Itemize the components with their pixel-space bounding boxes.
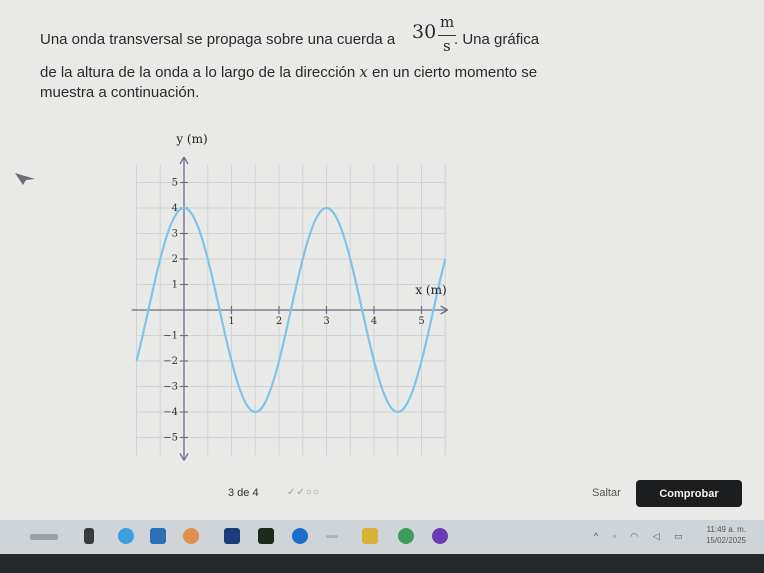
check-button[interactable]: Comprobar (636, 480, 742, 507)
progress-marks: ✓✓○○ (287, 487, 320, 498)
y-tick-label: 4 (172, 203, 178, 214)
whatsapp-icon[interactable] (398, 528, 414, 544)
y-tick-label: 1 (172, 280, 178, 291)
chrome-icon[interactable] (183, 528, 199, 544)
clock-time: 11:49 a. m. (706, 525, 746, 534)
pen-icon[interactable] (326, 535, 338, 538)
y-tick-label: −1 (163, 331, 178, 342)
discord-icon[interactable] (432, 528, 448, 544)
mouse-cursor-icon (15, 173, 35, 185)
store-icon[interactable] (150, 528, 166, 544)
y-tick-label: 5 (172, 178, 178, 189)
wave-graph: 1 2 3 4 5 5 4 3 2 1 −1 −2 −3 −4 −5 y (m) x (m) (131, 132, 448, 461)
problem-line-1: Una onda transversal se propaga sobre un… (40, 13, 600, 60)
problem-text-1a: Una onda transversal se propaga sobre un… (40, 31, 396, 48)
folder-icon[interactable] (362, 528, 378, 544)
question-controls: 3 de 4 ✓✓○○ Saltar Comprobar (0, 478, 764, 510)
widgets-icon[interactable] (30, 534, 58, 540)
y-tick-label: −3 (163, 382, 178, 393)
y-tick-label: 3 (172, 229, 178, 240)
x-tick-label: 3 (323, 316, 329, 327)
progress-text: 3 de 4 (228, 487, 259, 499)
x-axis-label: x (m) (415, 283, 446, 297)
y-tick-label: −5 (163, 433, 178, 444)
clock-date: 15/02/2025 (705, 536, 746, 545)
y-axis-label: y (m) (175, 132, 207, 146)
app-icon[interactable] (258, 528, 274, 544)
problem-line-2: de la altura de la onda a lo largo de la… (40, 62, 600, 83)
y-tick-label: −4 (163, 407, 178, 418)
system-tray[interactable]: ^ ◦ ◠ ◁ ▭ (594, 531, 689, 542)
file-icon[interactable] (84, 528, 94, 544)
edge-icon[interactable] (292, 528, 308, 544)
axis-layer (131, 156, 448, 461)
y-tick-label: −2 (163, 356, 178, 367)
x-tick-label: 2 (276, 316, 282, 327)
browser-icon[interactable] (118, 528, 134, 544)
problem-text-2a: de la altura de la onda a lo largo de la… (40, 64, 356, 81)
speed-unit-numerator: m (440, 13, 455, 31)
screen-bottom-edge (0, 554, 764, 573)
x-tick-label: 4 (371, 316, 377, 327)
label-layer: 1 2 3 4 5 5 4 3 2 1 −1 −2 −3 −4 −5 y (m) x (m) (163, 132, 446, 444)
problem-line-3: muestra a continuación. (40, 84, 200, 101)
skip-button[interactable]: Saltar (592, 487, 621, 499)
speed-unit-denominator: s (443, 37, 451, 55)
y-tick-label: 2 (172, 254, 178, 265)
problem-text-1b: . Una gráfica (454, 31, 540, 48)
clock[interactable]: 11:49 a. m. 15/02/2025 (706, 524, 746, 546)
taskbar: ^ ◦ ◠ ◁ ▭ 11:49 a. m. 15/02/2025 (0, 520, 764, 554)
problem-statement: Una onda transversal se propaga sobre un… (40, 13, 600, 103)
variable-x: x (359, 63, 368, 81)
x-tick-label: 1 (228, 316, 234, 327)
problem-text-2b: en un cierto momento se (372, 64, 538, 81)
window-icon[interactable] (224, 528, 240, 544)
x-tick-label: 5 (418, 316, 424, 327)
speed-value: 30 (412, 21, 437, 43)
